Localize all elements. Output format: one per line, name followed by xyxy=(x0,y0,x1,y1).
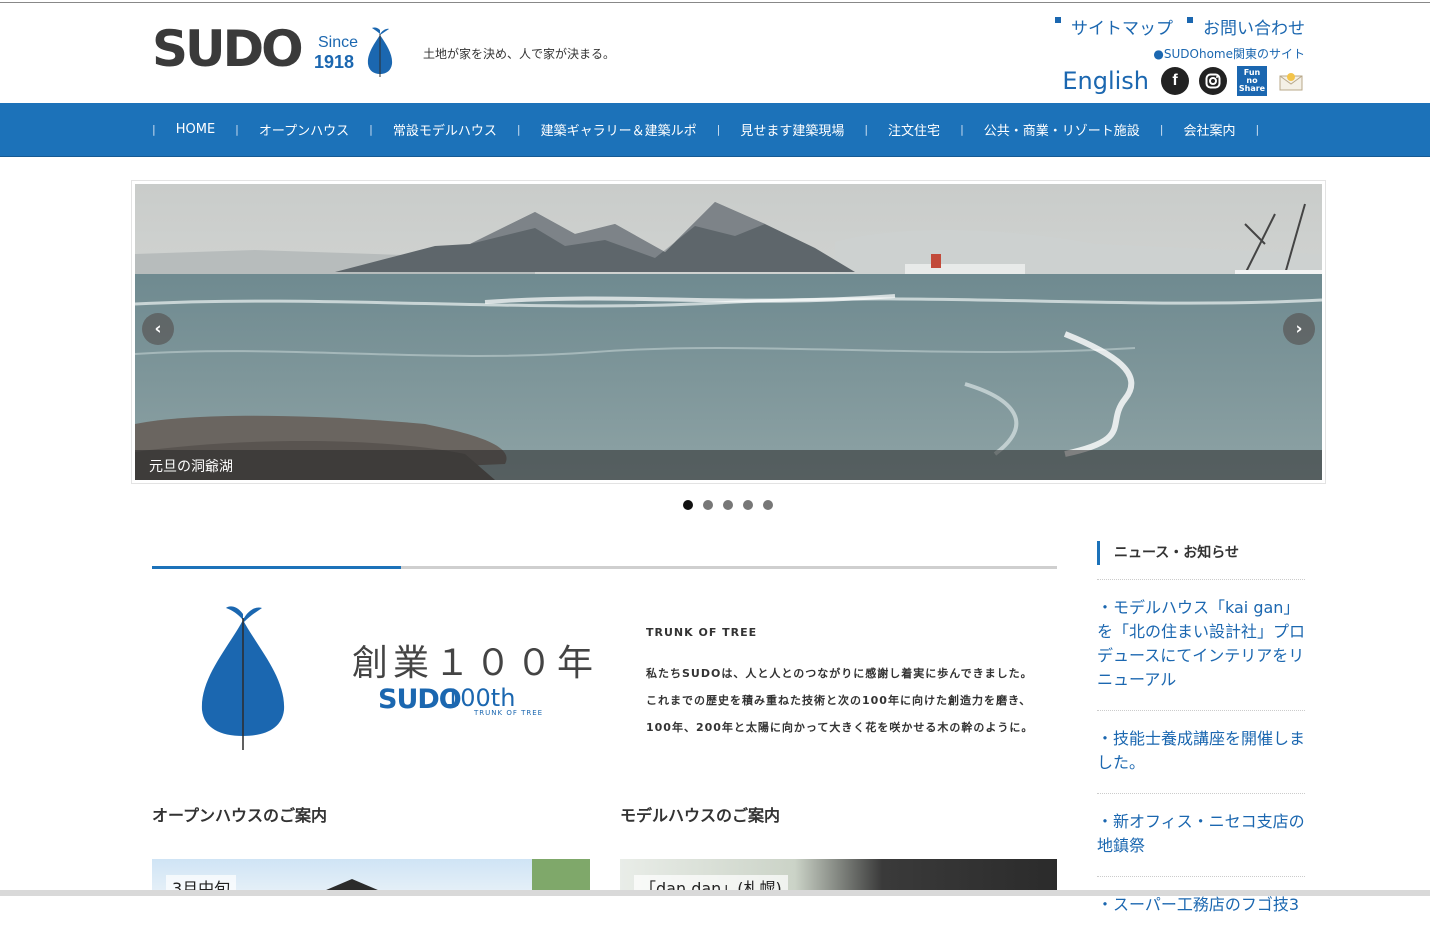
nav-item-home[interactable]: HOME xyxy=(176,122,215,137)
nav-item-model-house[interactable]: 常設モデルハウス xyxy=(393,120,497,139)
centennial-anniversary: 100th xyxy=(445,684,516,712)
bullet-square-icon xyxy=(1055,17,1061,23)
leaf-drop-icon xyxy=(201,606,285,750)
kanto-site-link[interactable]: ●SUDOhome関東のサイト xyxy=(1153,45,1305,62)
instagram-icon[interactable] xyxy=(1199,67,1227,95)
social-bar: English f Fun no Share xyxy=(1062,66,1305,96)
hero-slider: 元旦の洞爺湖 ‹ › xyxy=(131,180,1326,484)
sitemap-link[interactable]: サイトマップ xyxy=(1055,14,1173,39)
logo-wordmark: SUDO xyxy=(152,20,304,78)
slider-dot-1[interactable] xyxy=(683,500,693,510)
mail-icon[interactable] xyxy=(1277,67,1305,95)
model-house-title: モデルハウスのご案内 xyxy=(620,806,781,825)
slide-caption: 元旦の洞爺湖 xyxy=(149,459,233,475)
window-bottom-edge xyxy=(0,890,1430,896)
english-link[interactable]: English xyxy=(1062,67,1149,95)
centennial-title: 創業１００年 xyxy=(352,643,599,684)
nav-item-construction-site[interactable]: 見せます建築現場 xyxy=(740,120,844,139)
main-nav: | HOME | オープンハウス | 常設モデルハウス | 建築ギャラリー＆建築… xyxy=(0,103,1430,157)
slider-pagination xyxy=(683,500,773,510)
slide-image[interactable]: 元旦の洞爺湖 xyxy=(135,184,1322,480)
slider-dot-5[interactable] xyxy=(763,500,773,510)
slider-dot-2[interactable] xyxy=(703,500,713,510)
news-item[interactable]: ・新オフィス・ニセコ支店の地鎮祭 xyxy=(1097,793,1305,876)
leaf-drop-icon xyxy=(367,27,393,77)
bullet-square-icon xyxy=(1187,17,1193,23)
slider-dot-4[interactable] xyxy=(743,500,753,510)
header-links: サイトマップ お問い合わせ xyxy=(1055,14,1305,39)
news-item[interactable]: ・スーパー工務店のフゴ技3 xyxy=(1097,876,1305,935)
contact-link[interactable]: お問い合わせ xyxy=(1187,14,1305,39)
centennial-heading: TRUNK OF TREE xyxy=(646,626,758,639)
centennial-anniversary-sub: TRUNK OF TREE xyxy=(474,709,544,717)
nav-item-open-house[interactable]: オープンハウス xyxy=(259,120,349,139)
slider-prev-button[interactable]: ‹ xyxy=(142,313,174,345)
news-list: ・モデルハウス「kai gan」を「北の住まい設計社」プロデュースにてインテリア… xyxy=(1097,579,1305,935)
news-item[interactable]: ・モデルハウス「kai gan」を「北の住まい設計社」プロデュースにてインテリア… xyxy=(1097,579,1305,710)
fun-share-icon[interactable]: Fun no Share xyxy=(1237,66,1267,96)
chevron-right-icon: › xyxy=(1295,319,1303,339)
news-heading: ニュース・お知らせ xyxy=(1097,541,1239,565)
section-divider xyxy=(152,566,1057,569)
slide-caption-bar: 元旦の洞爺湖 xyxy=(135,450,1322,480)
nav-item-custom-home[interactable]: 注文住宅 xyxy=(888,120,940,139)
open-house-title: オープンハウスのご案内 xyxy=(152,806,328,825)
lake-landscape-image xyxy=(135,184,1322,480)
logo-year: 1918 xyxy=(314,52,355,72)
centennial-body: 私たちSUDOは、人と人とのつながりに感謝し着実に歩んできました。 これまでの歴… xyxy=(646,667,1034,734)
site-logo[interactable]: SUDO Since 1918 xyxy=(152,22,397,80)
slider-next-button[interactable]: › xyxy=(1283,313,1315,345)
centennial-banner[interactable]: 創業１００年 SUDO 100th TRUNK OF TREE TRUNK OF… xyxy=(152,590,1057,760)
nav-item-company[interactable]: 会社案内 xyxy=(1184,120,1236,139)
site-tagline: 土地が家を決め、人で家が決まる。 xyxy=(423,47,616,61)
facebook-icon[interactable]: f xyxy=(1161,67,1189,95)
nav-item-public-commercial[interactable]: 公共・商業・リゾート施設 xyxy=(984,120,1140,139)
slider-dot-3[interactable] xyxy=(723,500,733,510)
logo-since: Since xyxy=(318,34,359,51)
nav-item-gallery[interactable]: 建築ギャラリー＆建築ルポ xyxy=(541,120,697,139)
chevron-left-icon: ‹ xyxy=(154,319,162,339)
top-border xyxy=(0,2,1430,3)
news-item[interactable]: ・技能士養成講座を開催しました。 xyxy=(1097,710,1305,793)
